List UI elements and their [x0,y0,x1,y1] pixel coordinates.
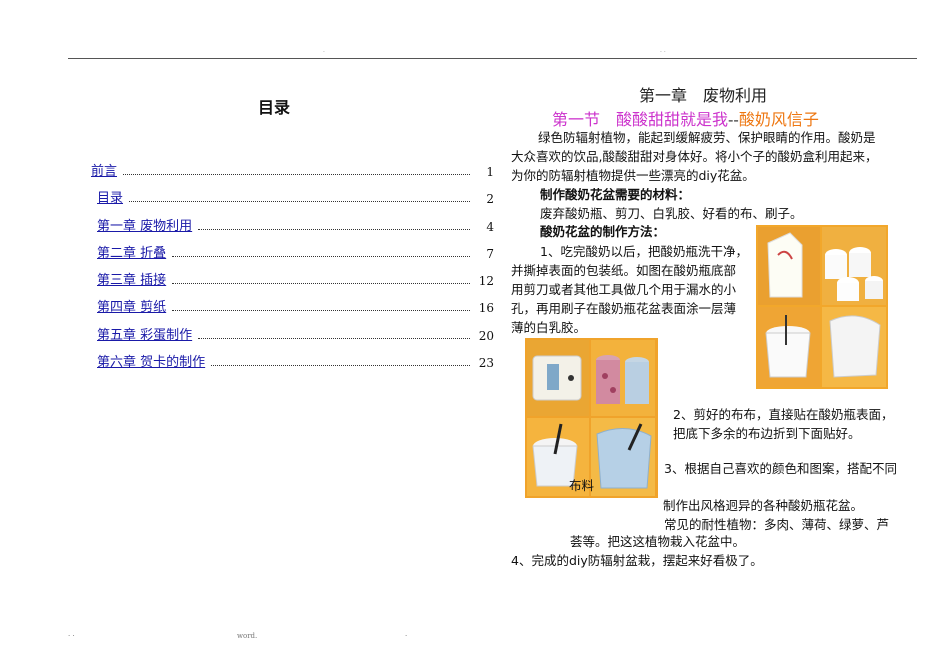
toc-leader-dots [172,256,470,257]
toc-item-link[interactable]: 第一章 废物利用 [97,215,192,234]
step2-line: 2、剪好的布布，直接贴在酸奶瓶表面， [673,407,894,422]
step4-text: 4、完成的diy防辐射盆栽，摆起来好看极了。 [511,553,763,568]
toc-item-page: 2 [486,192,494,206]
toc-item-link[interactable]: 前言 [91,160,117,179]
section-title-sep: -- [728,110,739,129]
toc-item[interactable]: 目录 2 [97,188,494,206]
toc-item-link[interactable]: 第四章 剪纸 [97,296,166,315]
toc-item-page: 16 [478,301,494,315]
toc-item-link[interactable]: 第二章 折叠 [97,242,166,261]
toc-item-page: 20 [478,329,494,343]
section-title: 第一节 酸酸甜甜就是我--酸奶风信子 [552,106,819,130]
photo-caption: 布料 [569,478,595,493]
step2-line: 把底下多余的布边折到下面贴好。 [673,426,861,441]
toc-item[interactable]: 第六章 贺卡的制作 23 [97,352,494,370]
footer-center: word. [237,632,258,640]
decorated-bottles-photo: 布料 [525,338,658,498]
toc-item[interactable]: 第二章 折叠 7 [97,243,494,261]
toc-item-link[interactable]: 目录 [97,187,123,206]
step1-line: 用剪刀或者其他工具做几个用于漏水的小 [511,282,737,297]
toc-item-page: 1 [486,165,494,179]
toc-item[interactable]: 第一章 废物利用 4 [97,216,494,234]
toc-leader-dots [172,283,470,284]
materials-text: 废弃酸奶瓶、剪刀、白乳胶、好看的布、刷子。 [540,206,803,221]
step1-line: 1、吃完酸奶以后，把酸奶瓶洗干净， [540,244,748,259]
toc-leader-dots [198,338,470,339]
header-dot: · [323,49,325,56]
step3-line: 3、根据自己喜欢的颜色和图案，搭配不同 [664,461,897,476]
toc-item-link[interactable]: 第五章 彩蛋制作 [97,324,192,343]
section-title-sub: 酸奶风信子 [738,110,819,129]
header-dot: · · [660,49,666,56]
toc-item[interactable]: 第三章 插接 12 [97,270,494,288]
toc-item-page: 12 [478,274,494,288]
header-rule [68,58,917,59]
toc-item-page: 23 [478,356,494,370]
toc-title: 目录 [258,98,291,117]
toc-item-link[interactable]: 第六章 贺卡的制作 [97,351,205,370]
toc-leader-dots [123,174,470,175]
toc-leader-dots [198,229,470,230]
step1-line: 并撕掉表面的包装纸。如图在酸奶瓶底部 [511,263,737,278]
toc-leader-dots [172,310,470,311]
yogurt-bottle-photo [756,225,888,389]
footer-right: · [405,632,408,640]
toc-item[interactable]: 前言 1 [91,161,494,179]
toc-item-page: 7 [486,247,494,261]
step1-line: 孔，再用刷子在酸奶瓶花盆表面涂一层薄 [511,301,737,316]
materials-heading: 制作酸奶花盆需要的材料： [540,187,691,202]
toc-leader-dots [211,365,470,366]
toc-leader-dots [129,201,470,202]
toc-item[interactable]: 第四章 剪纸 16 [97,297,494,315]
chapter-title: 第一章 废物利用 [639,86,768,105]
footer-left: · · [68,632,75,640]
plants-line: 荟等。把这这植物栽入花盆中。 [570,534,746,549]
method-heading: 酸奶花盆的制作方法： [540,224,666,239]
toc-item[interactable]: 第五章 彩蛋制作 20 [97,325,494,343]
toc-item-page: 4 [486,220,494,234]
step1-line: 薄的白乳胶。 [511,320,587,335]
intro-line: 大众喜欢的饮品,酸酸甜甜对身体好。将小个子的酸奶盒利用起来， [511,149,878,164]
section-title-main: 第一节 酸酸甜甜就是我 [552,110,729,129]
toc-item-link[interactable]: 第三章 插接 [97,269,166,288]
intro-line: 为你的防辐射植物提供一些漂亮的diy花盆。 [511,168,755,183]
intro-line: 绿色防辐射植物，能起到缓解疲劳、保护眼睛的作用。酸奶是 [538,130,876,145]
step3-line: 制作出风格迥异的各种酸奶瓶花盆。 [663,498,864,513]
